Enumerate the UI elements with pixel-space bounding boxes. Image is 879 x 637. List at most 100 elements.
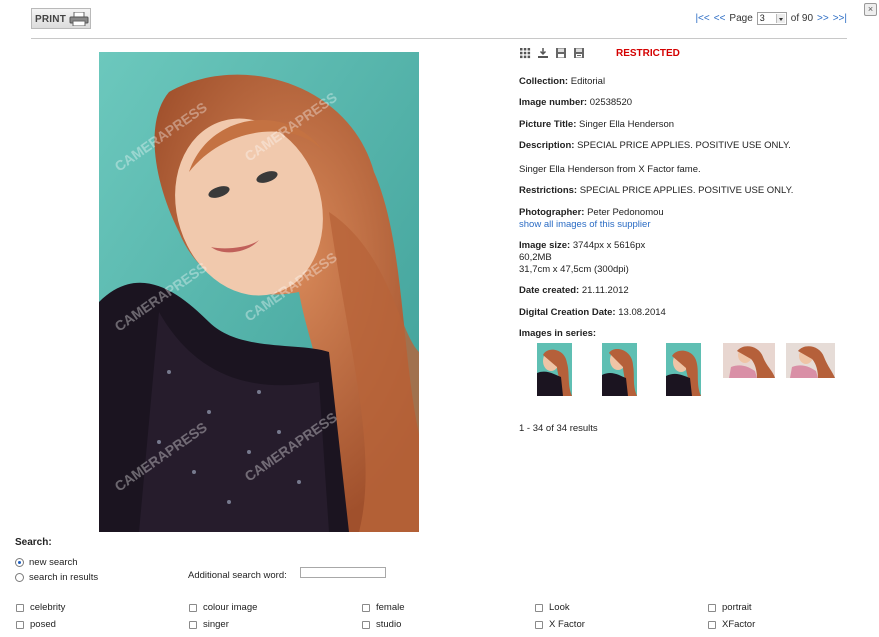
photographer-row: Photographer: Peter Pedonomou show all i…: [519, 207, 664, 231]
page-label: Page: [729, 12, 753, 24]
keyword-label: celebrity: [30, 602, 66, 613]
restrictions-row: Restrictions: SPECIAL PRICE APPLIES. POS…: [519, 185, 793, 197]
keyword-label: posed: [30, 619, 56, 630]
restrictions-value: SPECIAL PRICE APPLIES. POSITIVE USE ONLY…: [579, 185, 794, 196]
collection-value: Editorial: [570, 76, 606, 87]
keyword-option[interactable]: singer: [189, 619, 229, 630]
page-select-value: 3: [759, 12, 765, 23]
download-icon[interactable]: [537, 47, 549, 59]
series-thumbnail[interactable]: [786, 343, 835, 378]
additional-search-input[interactable]: [300, 567, 386, 578]
next-page-link[interactable]: >>: [817, 13, 829, 24]
save-as-icon[interactable]: [573, 47, 585, 59]
series-thumbnail[interactable]: [537, 343, 572, 396]
last-page-link[interactable]: >>|: [833, 13, 847, 24]
picture-title-row: Picture Title: Singer Ella Henderson: [519, 119, 674, 131]
series-thumbnail[interactable]: [666, 343, 701, 396]
date-created-label: Date created:: [519, 285, 580, 296]
digital-date-label: Digital Creation Date:: [519, 307, 616, 318]
close-button[interactable]: ×: [864, 3, 877, 16]
keyword-checkbox[interactable]: [362, 620, 370, 629]
series-label: Images in series:: [519, 328, 596, 340]
new-search-radio[interactable]: [15, 558, 24, 567]
keyword-checkbox[interactable]: [535, 620, 543, 629]
keyword-label: studio: [376, 619, 402, 630]
keyword-checkbox[interactable]: [16, 603, 24, 612]
picture-title-label: Picture Title:: [519, 119, 577, 130]
main-photo: CAMERAPRESS CAMERAPRESS CAMERAPRESS CAME…: [99, 52, 419, 532]
date-created-row: Date created: 21.11.2012: [519, 285, 629, 297]
keyword-option[interactable]: celebrity: [16, 602, 65, 613]
keyword-checkbox[interactable]: [535, 603, 543, 612]
photographer-value: Peter Pedonomou: [587, 207, 664, 218]
image-tools: [519, 47, 585, 59]
keyword-option[interactable]: female: [362, 602, 405, 613]
header-divider: [31, 38, 847, 39]
series-label-text: Images in series:: [519, 328, 597, 339]
keyword-label: female: [376, 602, 405, 613]
date-created-value: 21.11.2012: [581, 285, 629, 296]
series-thumbnail[interactable]: [723, 343, 775, 378]
printer-icon: [69, 12, 89, 26]
collection-label: Collection:: [519, 76, 569, 87]
digital-date-row: Digital Creation Date: 13.08.2014: [519, 307, 666, 319]
description-row: Description: SPECIAL PRICE APPLIES. POSI…: [519, 140, 791, 152]
first-page-link[interactable]: |<<: [695, 13, 709, 24]
additional-search-label: Additional search word:: [188, 570, 287, 581]
image-number-label: Image number:: [519, 97, 588, 108]
keyword-option[interactable]: Look: [535, 602, 570, 613]
collection-row: Collection: Editorial: [519, 76, 605, 88]
image-size-value: 3744px x 5616px: [572, 240, 646, 251]
keyword-label: portrait: [722, 602, 752, 613]
save-icon[interactable]: [555, 47, 567, 59]
prev-page-link[interactable]: <<: [714, 13, 726, 24]
page-select[interactable]: 3: [756, 11, 787, 25]
results-count: 1 - 34 of 34 results: [519, 423, 598, 434]
keyword-option[interactable]: X Factor: [535, 619, 585, 630]
keyword-option[interactable]: studio: [362, 619, 401, 630]
pager: |<< << Page 3 of 90 >> >>|: [695, 10, 847, 26]
image-size-row: Image size: 3744px x 5616px 60,2MB 31,7c…: [519, 240, 645, 276]
digital-date-value: 13.08.2014: [618, 307, 666, 318]
page-count: of 90: [790, 12, 814, 24]
keyword-label: XFactor: [722, 619, 756, 630]
keyword-checkbox[interactable]: [189, 603, 197, 612]
search-in-results-option[interactable]: search in results: [15, 572, 98, 583]
grid-icon[interactable]: [519, 47, 531, 59]
image-number-row: Image number: 02538520: [519, 97, 632, 109]
keyword-label: singer: [203, 619, 229, 630]
print-label: PRINT: [35, 14, 66, 25]
new-search-option[interactable]: new search: [15, 557, 78, 568]
image-number-value: 02538520: [589, 97, 633, 108]
keyword-option[interactable]: colour image: [189, 602, 257, 613]
image-size-label: Image size:: [519, 240, 571, 251]
keyword-option[interactable]: posed: [16, 619, 56, 630]
search-in-results-label: search in results: [29, 572, 99, 583]
series-thumbnail[interactable]: [602, 343, 637, 396]
image-file-size: 60,2MB: [519, 252, 552, 263]
keyword-checkbox[interactable]: [362, 603, 370, 612]
image-print-size: 31,7cm x 47,5cm (300dpi): [519, 264, 629, 275]
print-button[interactable]: PRINT: [31, 8, 91, 29]
keyword-label: colour image: [203, 602, 258, 613]
restrictions-label: Restrictions:: [519, 185, 578, 196]
restricted-badge: RESTRICTED: [616, 48, 680, 59]
keyword-checkbox[interactable]: [189, 620, 197, 629]
keyword-checkbox[interactable]: [708, 603, 716, 612]
description-value: SPECIAL PRICE APPLIES. POSITIVE USE ONLY…: [577, 140, 791, 151]
chevron-down-icon: [775, 13, 785, 23]
photographer-label: Photographer:: [519, 207, 585, 218]
new-search-label: new search: [29, 557, 78, 568]
keyword-checkbox[interactable]: [16, 620, 24, 629]
picture-title-value: Singer Ella Henderson: [579, 119, 675, 130]
keyword-option[interactable]: XFactor: [708, 619, 755, 630]
description-label: Description:: [519, 140, 575, 151]
keyword-checkbox[interactable]: [708, 620, 716, 629]
search-title: Search:: [15, 537, 52, 548]
supplier-images-link[interactable]: show all images of this supplier: [519, 219, 650, 230]
keyword-label: Look: [549, 602, 570, 613]
keyword-label: X Factor: [549, 619, 585, 630]
caption-text: Singer Ella Henderson from X Factor fame…: [519, 164, 701, 175]
keyword-option[interactable]: portrait: [708, 602, 752, 613]
search-in-results-radio[interactable]: [15, 573, 24, 582]
